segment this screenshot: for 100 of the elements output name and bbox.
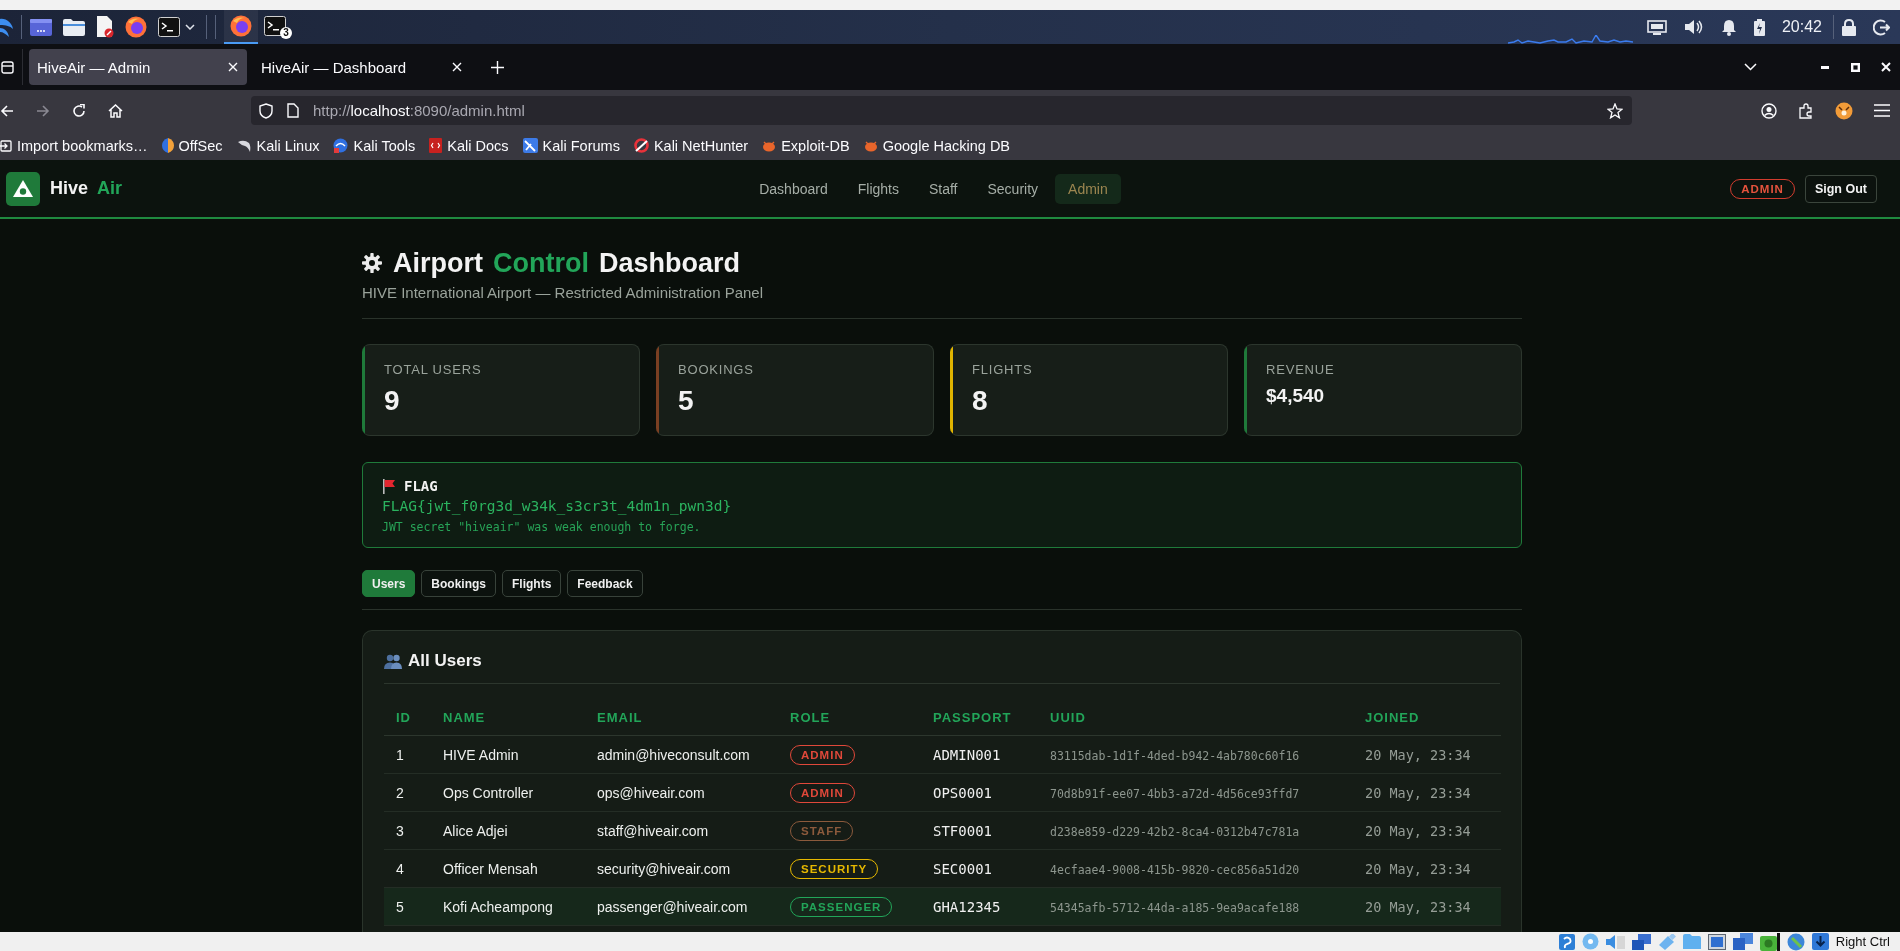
table-cell: ADMIN001 <box>933 746 1001 763</box>
terminal-icon[interactable] <box>158 17 180 37</box>
panel-title: All Users <box>408 651 482 671</box>
table-cell: d238e859-d229-42b2-8ca4-0312b47c781a <box>1050 824 1300 839</box>
table-cell: 5 <box>396 898 404 915</box>
table-cell: 54345afb-5712-44da-a185-9ea9acafe188 <box>1050 900 1300 915</box>
bookmark-link[interactable]: Kali Docs <box>429 137 509 154</box>
close-icon[interactable] <box>452 62 462 72</box>
users-icon <box>384 653 402 669</box>
close-icon[interactable] <box>1881 62 1891 72</box>
folder-icon[interactable] <box>63 18 85 36</box>
count-badge: 3 <box>280 27 292 39</box>
puzzle-icon[interactable] <box>1798 102 1814 119</box>
column-header[interactable]: JOINED <box>1353 699 1501 736</box>
column-header[interactable]: EMAIL <box>585 699 778 736</box>
download-icon[interactable] <box>1811 933 1829 950</box>
maximize-icon[interactable] <box>1851 62 1860 72</box>
plus-icon[interactable] <box>491 60 504 74</box>
bookmark-link[interactable]: Exploit-DB <box>762 137 850 154</box>
star-icon[interactable] <box>1607 102 1623 119</box>
speaker-icon[interactable] <box>1605 933 1625 950</box>
stat-label: REVENUE <box>1266 362 1335 378</box>
lock-icon[interactable] <box>1842 18 1856 36</box>
chevron-down-icon[interactable] <box>185 24 195 30</box>
table-cell: 2 <box>396 784 404 801</box>
logout-icon[interactable] <box>1873 18 1890 36</box>
nav-link[interactable]: Flights <box>844 173 912 204</box>
table-cell: STF0001 <box>933 822 992 839</box>
browser-icon <box>230 15 252 37</box>
minimize-icon[interactable] <box>1821 65 1829 69</box>
account-icon[interactable] <box>1761 102 1777 119</box>
table-cell: Alice Adjei <box>443 822 508 839</box>
bookmark-link[interactable]: Kali Forums <box>522 137 620 154</box>
table-cell: 1 <box>396 746 404 763</box>
brand-name[interactable]: Hive Air <box>50 178 123 199</box>
address-bar[interactable]: http://localhost:8090/admin.html <box>251 96 1632 125</box>
slashed-circle-icon[interactable] <box>1786 932 1805 951</box>
column-header[interactable]: PASSPORT <box>921 699 1038 736</box>
table-cell: 20 May, 23:34 <box>1365 822 1471 839</box>
sign-out-button[interactable]: Sign Out <box>1804 174 1877 203</box>
shield-icon[interactable] <box>259 102 273 119</box>
bookmark-link[interactable]: Google Hacking DB <box>863 137 1011 154</box>
recorder-icon[interactable] <box>1759 932 1780 951</box>
column-header[interactable]: UUID <box>1038 699 1353 736</box>
document-icon[interactable] <box>96 16 114 38</box>
display-icon[interactable] <box>1646 19 1667 35</box>
table-cell: 4ecfaae4-9008-415b-9820-cec856a51d20 <box>1050 862 1300 877</box>
stat-value: 5 <box>678 384 695 418</box>
battery-icon[interactable] <box>1753 18 1765 36</box>
stat-label: BOOKINGS <box>678 362 754 378</box>
face-badge-icon[interactable] <box>1835 101 1853 120</box>
triangle-logo-icon[interactable] <box>6 171 40 206</box>
bookmark-link[interactable]: OffSec <box>161 137 223 154</box>
menu-icon[interactable] <box>1874 104 1890 117</box>
home-icon[interactable] <box>108 103 123 118</box>
tab[interactable]: Users <box>362 570 416 597</box>
nav-link[interactable]: Admin <box>1055 173 1121 204</box>
stat-value: 8 <box>972 384 989 418</box>
browser-tab[interactable]: HiveAir — Admin <box>29 49 247 85</box>
nav-link[interactable]: Staff <box>915 173 971 204</box>
column-header[interactable]: NAME <box>431 699 585 736</box>
window-icon[interactable] <box>30 18 52 36</box>
tab[interactable]: Feedback <box>567 570 643 597</box>
screens-icon[interactable] <box>1732 933 1753 950</box>
table-cell: Ops Controller <box>443 784 534 801</box>
tab[interactable]: Flights <box>502 570 562 597</box>
close-icon[interactable] <box>228 62 238 72</box>
table-cell: 20 May, 23:34 <box>1365 784 1471 801</box>
bookmark-link[interactable]: Import bookmarks… <box>0 137 148 154</box>
browser-icon[interactable] <box>125 16 147 38</box>
bell-icon[interactable] <box>1720 18 1737 36</box>
screens-icon[interactable] <box>1631 933 1651 950</box>
page-subtitle: HIVE International Airport — Restricted Administration Panel <box>362 284 765 302</box>
back-icon[interactable] <box>0 103 14 118</box>
stat-value: $4,540 <box>1266 384 1326 408</box>
bookmark-link[interactable]: Kali Tools <box>333 137 416 154</box>
curl-badge-icon[interactable] <box>1558 933 1575 950</box>
host-key-label: Right Ctrl <box>1835 934 1890 949</box>
bookmark-link[interactable]: Kali NetHunter <box>633 137 749 154</box>
cross-badge-icon <box>522 138 538 153</box>
column-header[interactable]: ROLE <box>778 699 921 736</box>
table-cell: OPS0001 <box>933 784 992 801</box>
volume-icon[interactable] <box>1683 19 1704 35</box>
clock[interactable]: 20:42 <box>1781 18 1822 36</box>
nav-link[interactable]: Security <box>974 173 1052 204</box>
taskbar-window-button[interactable] <box>224 10 258 44</box>
table-cell: 70d8b91f-ee07-4bb3-a72d-4d56ce93ffd7 <box>1050 786 1300 801</box>
table-cell: staff@hiveair.com <box>597 822 709 839</box>
taskbar-window-button[interactable]: 3 <box>258 10 292 44</box>
nav-link[interactable]: Dashboard <box>746 173 841 204</box>
reload-icon[interactable] <box>72 103 86 118</box>
table-cell: admin@hiveconsult.com <box>597 746 750 763</box>
tab[interactable]: Bookings <box>421 570 497 597</box>
browser-tab[interactable]: HiveAir — Dashboard <box>253 49 471 85</box>
tabs-icon[interactable] <box>1 60 14 74</box>
flag-note: JWT secret "hiveair" was weak enough to forge. <box>382 519 702 535</box>
column-header[interactable]: ID <box>384 699 431 736</box>
swoosh-icon[interactable] <box>0 16 14 38</box>
display-icon[interactable] <box>1707 933 1726 950</box>
bookmark-link[interactable]: Kali Linux <box>236 137 320 154</box>
